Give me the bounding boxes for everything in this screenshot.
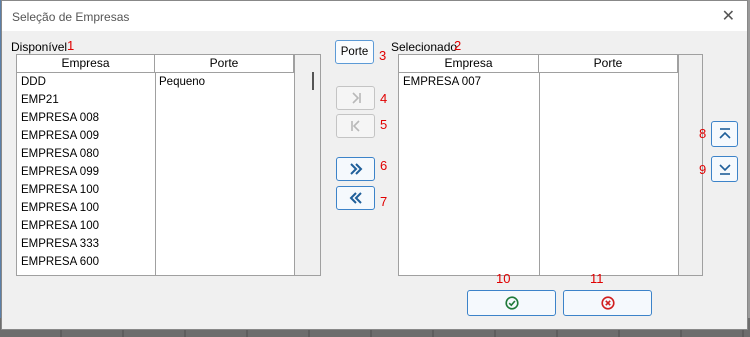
move-to-bottom-button[interactable]: [711, 156, 738, 182]
cell-empresa: EMPRESA 600: [21, 256, 99, 268]
table-row[interactable]: DDD Pequeno: [17, 73, 294, 91]
move-one-left-button[interactable]: [336, 114, 375, 138]
porte-button[interactable]: Porte: [335, 40, 374, 64]
marker-5: 5: [380, 117, 388, 132]
table-row[interactable]: EMP21: [17, 91, 294, 109]
marker-11: 11: [590, 271, 604, 286]
table-row[interactable]: EMPRESA 600: [17, 253, 294, 271]
available-grid-header: Empresa Porte: [17, 55, 296, 73]
move-bottom-icon: [718, 164, 731, 175]
cell-empresa: EMPRESA 100: [21, 220, 99, 232]
table-row[interactable]: EMPRESA 100: [17, 199, 294, 217]
available-label: Disponível: [11, 40, 68, 54]
scrollbar-thumb[interactable]: [312, 72, 314, 90]
marker-6: 6: [380, 158, 388, 173]
marker-9: 9: [699, 162, 707, 177]
confirm-button[interactable]: [467, 290, 556, 316]
table-row[interactable]: EMPRESA 100: [17, 181, 294, 199]
column-header-empresa[interactable]: Empresa: [17, 55, 155, 72]
marker-8: 8: [699, 126, 707, 141]
table-row[interactable]: EMPRESA 007: [399, 73, 676, 91]
cell-porte: Pequeno: [159, 76, 206, 88]
table-row[interactable]: EMPRESA 333: [17, 235, 294, 253]
marker-10: 10: [496, 271, 511, 286]
cell-empresa: DDD: [21, 76, 46, 88]
cancel-button[interactable]: [563, 290, 652, 316]
cell-empresa: EMPRESA 100: [21, 202, 99, 214]
title-bar: Seleção de Empresas ✕: [2, 1, 747, 31]
available-grid[interactable]: Empresa Porte DDD Pequeno EMP21 EMPRESA 008…: [16, 54, 321, 276]
cell-empresa: EMPRESA 080: [21, 148, 99, 160]
table-row[interactable]: EMPRESA 009: [17, 127, 294, 145]
cell-empresa: EMPRESA 009: [21, 130, 99, 142]
move-one-right-button[interactable]: [336, 86, 375, 110]
table-row[interactable]: EMPRESA 080: [17, 145, 294, 163]
marker-7: 7: [380, 194, 388, 209]
x-circle-icon: [600, 296, 615, 310]
selected-label: Selecionado: [391, 40, 458, 54]
marker-4: 4: [380, 91, 388, 106]
table-row[interactable]: EMPRESA 008: [17, 109, 294, 127]
cell-empresa: EMPRESA 008: [21, 112, 99, 124]
move-right-end-icon: [351, 92, 361, 104]
dialog-title: Seleção de Empresas: [12, 10, 130, 24]
marker-2: 2: [454, 38, 462, 53]
cell-empresa: EMPRESA 007: [403, 76, 481, 88]
cell-empresa: EMPRESA 099: [21, 166, 99, 178]
move-left-end-icon: [350, 120, 360, 132]
move-all-left-button[interactable]: [336, 186, 375, 210]
company-selection-dialog: Seleção de Empresas ✕ Disponível 1 Empre…: [1, 0, 748, 330]
available-scrollbar[interactable]: [294, 55, 320, 275]
table-row[interactable]: EMPRESA 099: [17, 163, 294, 181]
move-top-icon: [718, 128, 731, 139]
check-circle-icon: [504, 296, 519, 310]
cell-empresa: EMPRESA 333: [21, 238, 99, 250]
selected-grid-header: Empresa Porte: [399, 55, 678, 73]
marker-3: 3: [379, 48, 387, 63]
column-header-porte[interactable]: Porte: [155, 55, 294, 72]
close-icon[interactable]: ✕: [722, 6, 735, 26]
column-divider: [539, 72, 540, 275]
cell-empresa: EMP21: [21, 94, 59, 106]
table-row[interactable]: EMPRESA 100: [17, 217, 294, 235]
double-chevron-left-icon: [349, 192, 362, 204]
porte-button-label: Porte: [340, 46, 369, 58]
double-chevron-right-icon: [349, 163, 362, 175]
move-all-right-button[interactable]: [336, 157, 375, 181]
selected-grid[interactable]: Empresa Porte EMPRESA 007: [398, 54, 703, 276]
marker-1: 1: [67, 38, 75, 53]
cell-empresa: EMPRESA 100: [21, 184, 99, 196]
move-to-top-button[interactable]: [711, 121, 738, 147]
column-header-empresa[interactable]: Empresa: [399, 55, 539, 72]
column-header-porte[interactable]: Porte: [539, 55, 678, 72]
